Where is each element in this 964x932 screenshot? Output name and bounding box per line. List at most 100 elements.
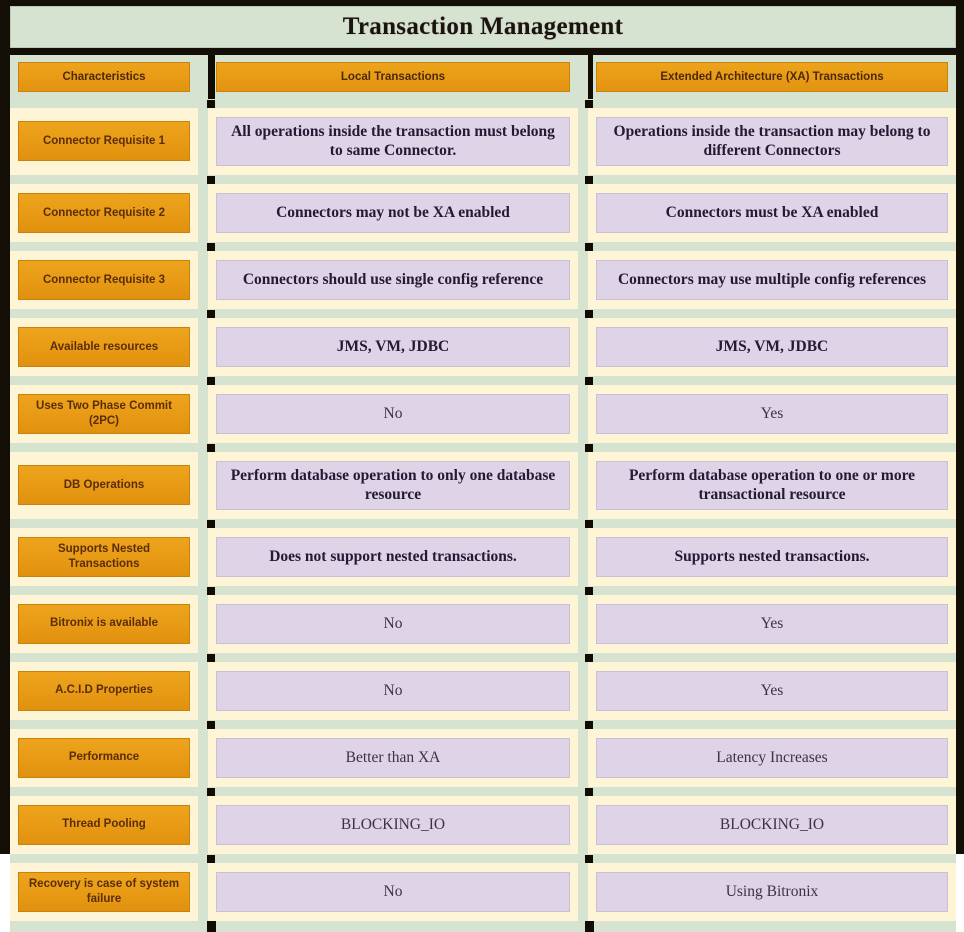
row-cell-characteristic: DB Operations xyxy=(10,451,198,519)
row-cell-characteristic: Connector Requisite 1 xyxy=(10,108,198,175)
table-row: Uses Two Phase Commit (2PC) No Yes xyxy=(10,384,956,443)
row-gutter xyxy=(198,317,208,376)
divider-nub-icon xyxy=(207,309,215,318)
characteristic-label: Connector Requisite 1 xyxy=(18,121,190,162)
characteristic-label: Thread Pooling xyxy=(18,804,190,845)
row-separator xyxy=(10,518,956,528)
divider-nub-icon xyxy=(207,519,215,528)
xa-transaction-value: Yes xyxy=(596,603,948,644)
row-gutter xyxy=(198,250,208,309)
divider-nub-icon xyxy=(207,443,215,452)
divider-nub-icon xyxy=(207,242,215,251)
row-gutter xyxy=(198,384,208,443)
table-row: Bitronix is available No Yes xyxy=(10,594,956,653)
row-cell-xa: Supports nested transactions. xyxy=(588,527,956,586)
row-gutter xyxy=(578,451,588,519)
row-separator xyxy=(10,719,956,729)
local-transaction-value: No xyxy=(216,603,570,644)
row-gutter xyxy=(198,108,208,175)
local-transaction-value: Perform database operation to only one d… xyxy=(216,460,570,510)
xa-transaction-value: Yes xyxy=(596,393,948,434)
xa-transaction-value: Operations inside the transaction may be… xyxy=(596,117,948,166)
divider-nub-icon xyxy=(585,720,593,729)
table-row: Available resources JMS, VM, JDBC JMS, VM,… xyxy=(10,317,956,376)
column-header-label: Local Transactions xyxy=(216,62,570,92)
xa-transaction-value: Connectors may use multiple config refer… xyxy=(596,259,948,300)
xa-transaction-value: JMS, VM, JDBC xyxy=(596,326,948,367)
row-cell-characteristic: Available resources xyxy=(10,317,198,376)
row-cell-local: Perform database operation to only one d… xyxy=(208,451,578,519)
table-row: Connector Requisite 3 Connectors should u… xyxy=(10,250,956,309)
row-separator xyxy=(10,442,956,452)
local-transaction-value: BLOCKING_IO xyxy=(216,804,570,845)
column-header-label: Extended Architecture (XA) Transactions xyxy=(596,62,948,92)
comparison-table: Characteristics Local Transactions Exten… xyxy=(10,55,956,921)
xa-transaction-value: Using Bitronix xyxy=(596,871,948,912)
local-transaction-value: JMS, VM, JDBC xyxy=(216,326,570,367)
local-transaction-value: No xyxy=(216,393,570,434)
divider-nub-icon xyxy=(585,309,593,318)
divider-nub-icon xyxy=(207,787,215,796)
header-gutter-2 xyxy=(578,55,588,99)
row-separator xyxy=(10,652,956,662)
xa-transaction-value: BLOCKING_IO xyxy=(596,804,948,845)
xa-transaction-value: Supports nested transactions. xyxy=(596,536,948,577)
row-gutter xyxy=(198,183,208,242)
row-separator xyxy=(10,99,956,108)
row-cell-xa: JMS, VM, JDBC xyxy=(588,317,956,376)
row-separator xyxy=(10,375,956,385)
table-row: Performance Better than XA Latency Increas… xyxy=(10,728,956,787)
characteristic-label: Bitronix is available xyxy=(18,603,190,644)
table-row: Supports Nested Transactions Does not sup… xyxy=(10,527,956,586)
divider-nub-icon xyxy=(207,920,216,932)
xa-transaction-value: Latency Increases xyxy=(596,737,948,778)
divider-nub-icon xyxy=(585,519,593,528)
divider-nub-icon xyxy=(585,854,593,863)
row-gutter xyxy=(198,862,208,921)
row-cell-characteristic: A.C.I.D Properties xyxy=(10,661,198,720)
characteristic-label: Connector Requisite 2 xyxy=(18,192,190,233)
header-cell-local: Local Transactions xyxy=(208,55,578,99)
table-row: DB Operations Perform database operation … xyxy=(10,451,956,519)
xa-transaction-value: Connectors must be XA enabled xyxy=(596,192,948,233)
diagram-title-band: Transaction Management xyxy=(10,6,956,48)
page-title: Transaction Management xyxy=(342,13,624,40)
row-cell-characteristic: Recovery is case of system failure xyxy=(10,862,198,921)
divider-nub-icon xyxy=(585,376,593,385)
divider-nub-icon xyxy=(207,720,215,729)
row-gutter xyxy=(198,527,208,586)
row-cell-xa: Yes xyxy=(588,661,956,720)
local-transaction-value: No xyxy=(216,670,570,711)
row-cell-characteristic: Performance xyxy=(10,728,198,787)
row-cell-xa: Connectors must be XA enabled xyxy=(588,183,956,242)
divider-nub-icon xyxy=(207,854,215,863)
characteristic-label: DB Operations xyxy=(18,465,190,506)
diagram-frame: Transaction Management Characteristics L… xyxy=(0,0,964,932)
characteristic-label: Available resources xyxy=(18,326,190,367)
table-header-row: Characteristics Local Transactions Exten… xyxy=(10,55,956,99)
row-cell-local: BLOCKING_IO xyxy=(208,795,578,854)
characteristic-label: Recovery is case of system failure xyxy=(18,871,190,912)
row-cell-local: No xyxy=(208,862,578,921)
row-gutter xyxy=(578,108,588,175)
row-cell-characteristic: Supports Nested Transactions xyxy=(10,527,198,586)
divider-nub-icon xyxy=(207,653,215,662)
local-transaction-value: Connectors may not be XA enabled xyxy=(216,192,570,233)
row-gutter xyxy=(198,451,208,519)
table-row: Thread Pooling BLOCKING_IO BLOCKING_IO xyxy=(10,795,956,854)
row-gutter xyxy=(198,594,208,653)
row-gutter xyxy=(578,661,588,720)
divider-nub-icon xyxy=(585,653,593,662)
row-cell-characteristic: Bitronix is available xyxy=(10,594,198,653)
column-header-label: Characteristics xyxy=(18,62,190,92)
divider-nub-icon xyxy=(585,586,593,595)
row-cell-xa: Operations inside the transaction may be… xyxy=(588,108,956,175)
row-separator xyxy=(10,174,956,184)
row-cell-xa: Yes xyxy=(588,594,956,653)
row-separator xyxy=(10,853,956,863)
table-bottom-strip xyxy=(10,920,956,932)
row-cell-local: No xyxy=(208,661,578,720)
table-row: Recovery is case of system failure No Usin… xyxy=(10,862,956,921)
row-cell-local: Better than XA xyxy=(208,728,578,787)
divider-nub-icon xyxy=(585,100,593,108)
